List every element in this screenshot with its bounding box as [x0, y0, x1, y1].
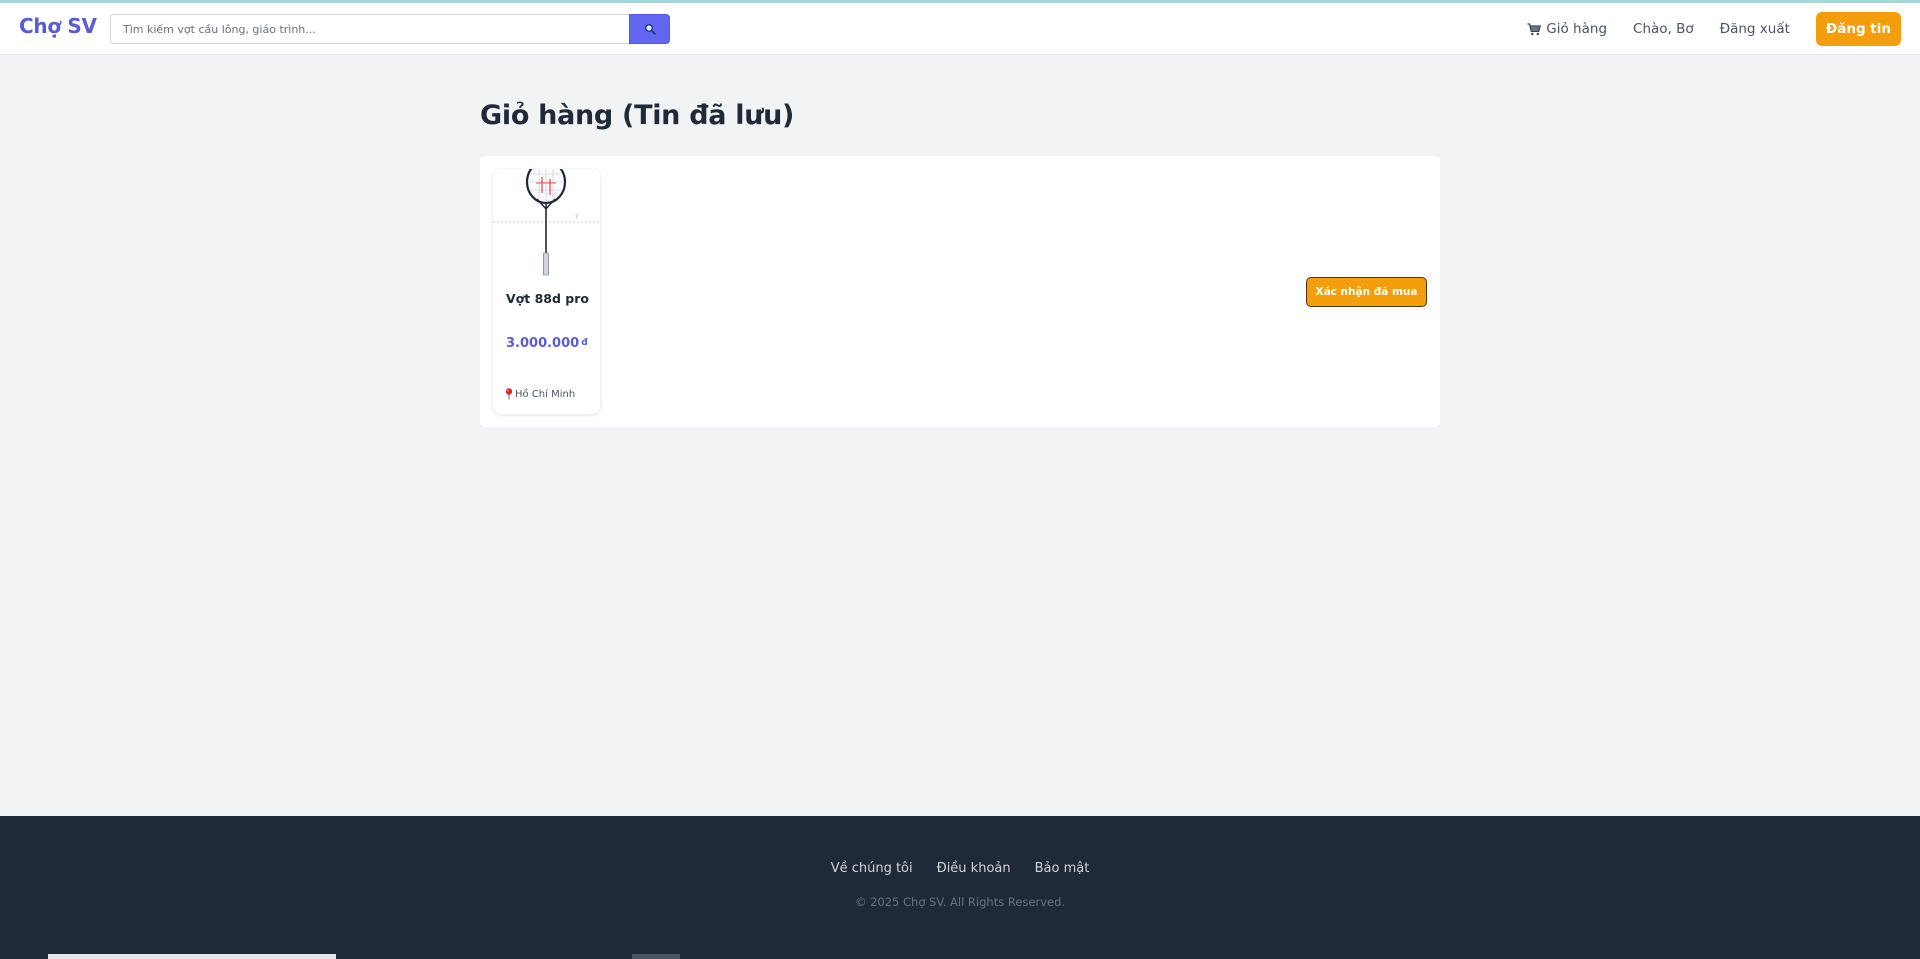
- footer-link-terms[interactable]: Điều khoản: [937, 861, 1011, 876]
- page-title: Giỏ hàng (Tin đã lưu): [480, 100, 795, 131]
- pin-icon: [505, 388, 513, 400]
- post-listing-button[interactable]: Đăng tin: [1815, 12, 1901, 46]
- copyright-text: © 2025 Chợ SV. All Rights Reserved.: [854, 895, 1066, 909]
- footer-links: Về chúng tôi Điều khoản Bảo mật: [0, 861, 1920, 876]
- site-footer: Về chúng tôi Điều khoản Bảo mật © 2025 C…: [0, 816, 1920, 959]
- product-price-value: 3.000.000: [506, 336, 580, 351]
- site-logo[interactable]: Chợ SV: [19, 14, 97, 38]
- header-nav: Giỏ hàng Chào, Bơ Đăng xuất Đăng tin: [1527, 12, 1920, 46]
- search-icon: [644, 23, 656, 35]
- logout-link[interactable]: Đăng xuất: [1720, 21, 1790, 37]
- search-button[interactable]: [629, 14, 670, 44]
- user-greeting-link[interactable]: Chào, Bơ: [1633, 21, 1694, 37]
- product-card[interactable]: ? Vợt 88d pro 3.000.000 đ Hồ Chí Minh: [493, 169, 600, 414]
- cart-panel: ? Vợt 88d pro 3.000.000 đ Hồ Chí Minh Xác…: [480, 156, 1440, 427]
- product-location-label: Hồ Chí Minh: [515, 388, 576, 400]
- cart-icon: [1527, 22, 1542, 36]
- footer-link-privacy[interactable]: Bảo mật: [1035, 861, 1090, 876]
- cart-link[interactable]: Giỏ hàng: [1527, 21, 1607, 37]
- product-price-currency: đ: [581, 338, 588, 348]
- search-input[interactable]: [110, 14, 629, 44]
- footer-link-about[interactable]: Về chúng tôi: [831, 861, 913, 876]
- product-image: ?: [493, 169, 600, 277]
- product-name: Vợt 88d pro: [506, 291, 589, 306]
- navbar: Chợ SV Giỏ hàng Chào, Bơ: [0, 3, 1920, 55]
- svg-text:?: ?: [575, 214, 578, 221]
- product-price: 3.000.000 đ: [506, 336, 588, 351]
- confirm-purchase-button[interactable]: Xác nhận đã mua: [1306, 277, 1427, 307]
- cart-link-label: Giỏ hàng: [1546, 21, 1608, 37]
- taskbar-strip-small: [632, 954, 680, 959]
- product-location: Hồ Chí Minh: [505, 388, 575, 400]
- taskbar-strip: [48, 954, 336, 959]
- search-form: [110, 14, 670, 44]
